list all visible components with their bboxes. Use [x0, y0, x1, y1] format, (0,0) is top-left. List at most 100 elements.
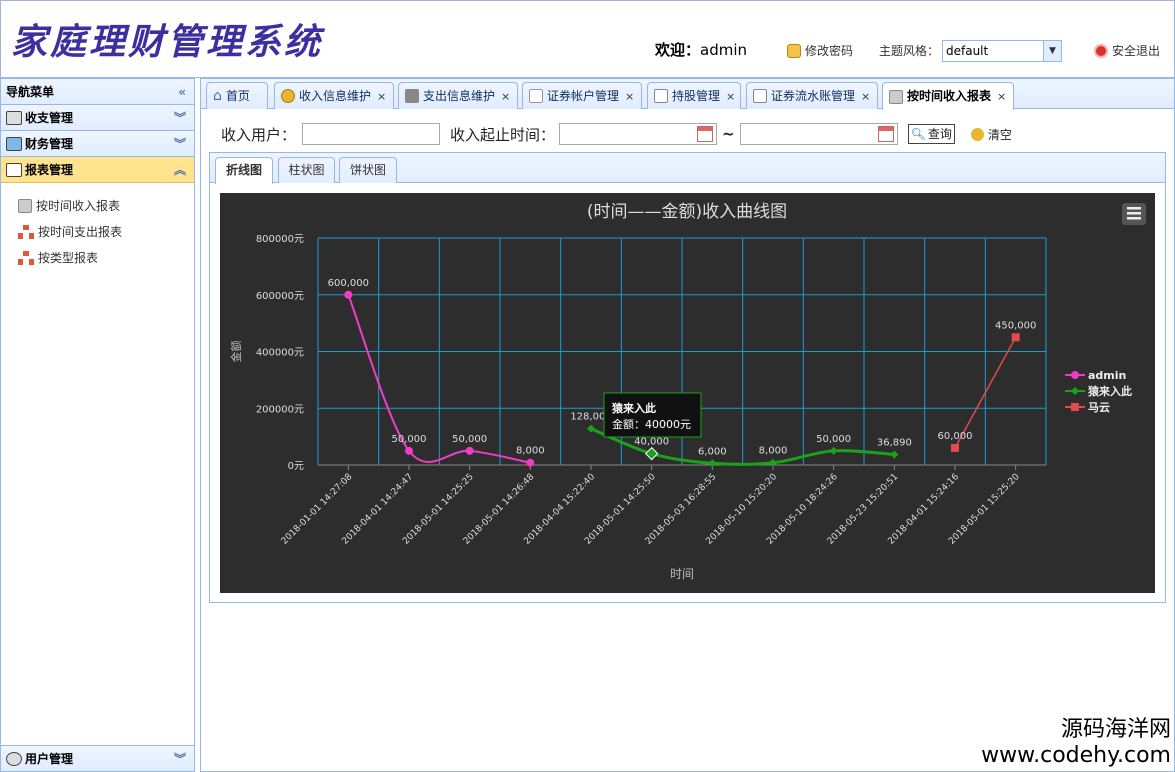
- chevron-down-icon[interactable]: ︾: [174, 105, 186, 131]
- tab-home[interactable]: ⌂ 首页: [206, 82, 268, 109]
- start-date-input[interactable]: [559, 123, 718, 145]
- logout-label: 安全退出: [1112, 44, 1161, 58]
- sidebar-group-label: 收支管理: [25, 110, 74, 125]
- calendar-icon[interactable]: [877, 126, 894, 142]
- calendar-icon[interactable]: [697, 126, 714, 142]
- sidebar-group-users[interactable]: 用户管理 ︾: [1, 745, 194, 771]
- gear-icon: [6, 751, 22, 766]
- tab-income-info[interactable]: 收入信息维护 ×: [274, 82, 394, 109]
- theme-label: 主题风格：: [879, 44, 940, 58]
- tab-label: 按时间收入报表: [907, 89, 992, 103]
- close-icon[interactable]: ×: [625, 84, 634, 109]
- legend-marker: [1071, 371, 1079, 379]
- logout-link[interactable]: 安全退出: [1094, 42, 1160, 59]
- welcome-label: 欢迎：: [655, 41, 701, 59]
- data-point: [829, 446, 838, 455]
- tab-label: 证券帐户管理: [547, 88, 620, 103]
- legend-label: admin: [1088, 369, 1126, 382]
- org-chart-icon: [18, 225, 34, 239]
- sidebar-item-income-report[interactable]: 按时间收入报表: [1, 193, 194, 219]
- data-label: 50,000: [452, 434, 487, 445]
- main-panel: ⌂ 首页 收入信息维护 × 支出信息维护 × 证券帐户管理 × 持股管理 × 证…: [200, 78, 1175, 772]
- theme-select[interactable]: default ▼: [942, 40, 1062, 62]
- document-icon: [753, 89, 767, 103]
- data-label: 8,000: [759, 446, 788, 457]
- close-icon[interactable]: ×: [726, 84, 735, 109]
- sidebar-item-label: 按类型报表: [38, 251, 99, 265]
- clear-icon: [970, 127, 984, 141]
- data-point: [708, 459, 717, 468]
- data-label: 8,000: [516, 446, 545, 457]
- line-chart: (时间——金额)收入曲线图 0元 200000元 400000元 600000元 8000…: [229, 202, 1146, 581]
- close-icon[interactable]: ×: [501, 84, 510, 109]
- close-icon[interactable]: ×: [377, 84, 386, 109]
- clear-button[interactable]: 清空: [970, 126, 1012, 143]
- chevron-down-icon[interactable]: ▼: [1043, 41, 1061, 61]
- data-point: [1011, 333, 1020, 342]
- legend-label: 马云: [1088, 401, 1110, 414]
- tab-income-report[interactable]: 按时间收入报表 ×: [882, 82, 1014, 110]
- sidebar: 导航菜单 « 收支管理 ︾ 财务管理 ︾ 报表管理 ︽ 按时间收入报表 按时间支…: [0, 78, 195, 772]
- tab-label: 持股管理: [672, 88, 721, 103]
- y-tick-label: 400000元: [256, 348, 304, 359]
- x-axis-title: 时间: [670, 567, 694, 581]
- tab-bar-chart[interactable]: 柱状图: [278, 157, 335, 183]
- sidebar-group-label: 财务管理: [25, 136, 74, 151]
- chart-tab-bar: 折线图 柱状图 饼状图: [210, 153, 1165, 184]
- key-icon: [529, 89, 543, 103]
- sidebar-group-label: 用户管理: [25, 751, 74, 766]
- power-icon: [1094, 43, 1108, 58]
- tab-securities-ledger[interactable]: 证券流水账管理 ×: [746, 82, 878, 109]
- close-icon[interactable]: ×: [997, 84, 1006, 109]
- search-icon: 🔍︎: [910, 127, 926, 141]
- tab-securities-account[interactable]: 证券帐户管理 ×: [522, 82, 642, 109]
- sidebar-item-expense-report[interactable]: 按时间支出报表: [1, 219, 194, 245]
- data-point: [769, 458, 777, 467]
- end-date-input[interactable]: [739, 123, 898, 145]
- sidebar-group-income-expense[interactable]: 收支管理 ︾: [1, 105, 194, 131]
- menu-icon: [1127, 212, 1141, 215]
- change-password-link[interactable]: 修改密码: [787, 42, 853, 59]
- data-label: 40,000: [634, 437, 669, 448]
- collapse-icon[interactable]: «: [178, 79, 186, 105]
- chart-icon: [6, 162, 22, 177]
- tab-line-chart[interactable]: 折线图: [215, 157, 273, 184]
- theme-value: default: [946, 44, 989, 58]
- tab-holdings[interactable]: 持股管理 ×: [647, 82, 741, 109]
- y-axis-title: 金额: [229, 341, 243, 363]
- tab-pie-chart[interactable]: 饼状图: [339, 157, 397, 183]
- clear-label: 清空: [987, 127, 1012, 142]
- app-title: 家庭理财管理系统: [11, 21, 324, 63]
- data-point: [465, 446, 474, 455]
- chevron-down-icon[interactable]: ︾: [174, 131, 186, 157]
- tab-label: 首页: [225, 88, 250, 103]
- sidebar-item-type-report[interactable]: 按类型报表: [1, 245, 194, 271]
- chevron-down-icon[interactable]: ︾: [174, 746, 186, 772]
- data-point: [344, 290, 353, 299]
- sidebar-group-reports[interactable]: 报表管理 ︽: [1, 157, 194, 183]
- data-label: 50,000: [816, 434, 851, 445]
- close-icon[interactable]: ×: [861, 84, 870, 109]
- wallet-icon: [405, 89, 419, 103]
- menu-icon: [1127, 207, 1141, 210]
- chevron-up-icon[interactable]: ︽: [174, 157, 186, 183]
- data-label: 450,000: [995, 320, 1036, 331]
- coins-icon: [281, 89, 295, 103]
- tab-expense-info[interactable]: 支出信息维护 ×: [398, 82, 518, 109]
- legend-marker: [1071, 387, 1079, 395]
- data-label: 36,890: [877, 438, 912, 449]
- tab-bar: ⌂ 首页 收入信息维护 × 支出信息维护 × 证券帐户管理 × 持股管理 × 证…: [201, 79, 1174, 110]
- home-icon: ⌂: [213, 87, 222, 104]
- sidebar-item-label: 按时间收入报表: [36, 199, 121, 213]
- hovered-point: [644, 446, 659, 461]
- user-input[interactable]: [302, 123, 441, 145]
- query-button[interactable]: 🔍︎ 查询: [907, 124, 955, 144]
- sidebar-group-finance[interactable]: 财务管理 ︾: [1, 131, 194, 157]
- tooltip-title: 猿来入此: [611, 401, 656, 415]
- tab-label: 支出信息维护: [423, 88, 496, 103]
- query-label: 查询: [927, 127, 952, 141]
- username: admin: [700, 41, 748, 59]
- y-tick-label: 800000元: [256, 234, 304, 245]
- legend-label: 猿来入此: [1087, 384, 1132, 398]
- watermark-line1: 源码海洋网: [1060, 717, 1171, 743]
